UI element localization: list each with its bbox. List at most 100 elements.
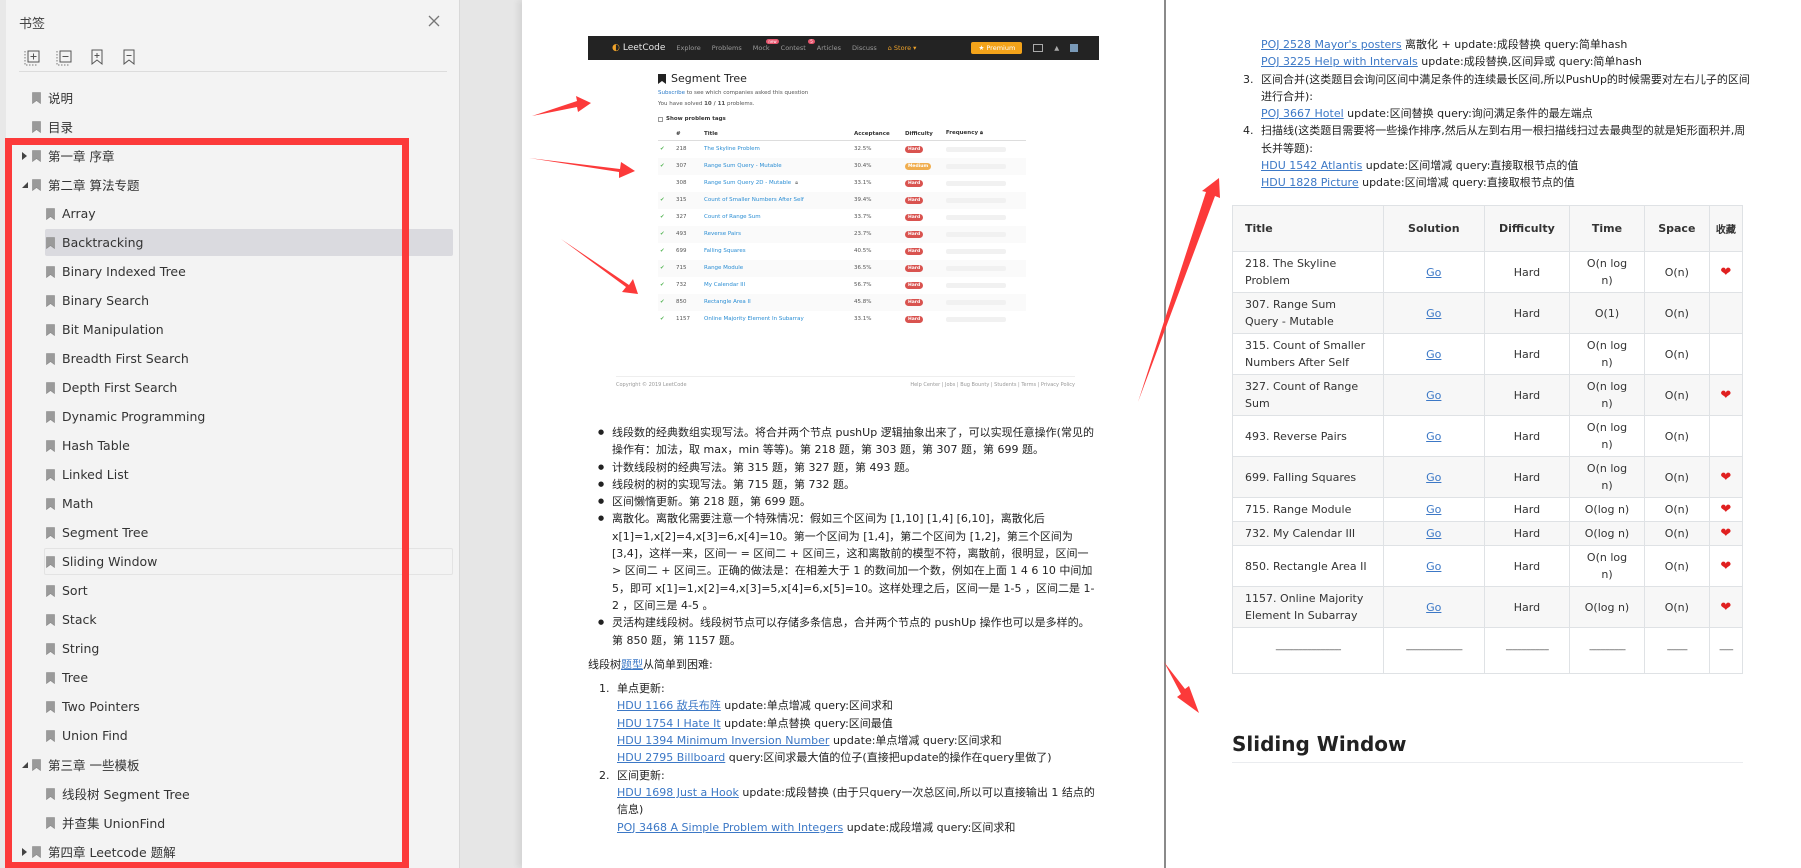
bookmark-item[interactable]: 线段树 Segment Tree <box>0 779 460 808</box>
acceptance: 40.5% <box>854 248 872 254</box>
bookmark-item[interactable]: Stack <box>0 605 460 634</box>
problem-link[interactable]: POJ 2528 Mayor's posters <box>1261 38 1402 51</box>
acceptance: 45.8% <box>852 293 903 311</box>
problem-link[interactable]: HDU 2795 Billboard <box>617 751 725 764</box>
leetcode-problem-row: ✔ 218 The Skyline Problem 32.5% Hard <box>658 141 1026 158</box>
problem-link[interactable]: HDU 1166 敌兵布阵 <box>617 699 721 712</box>
solution-link[interactable]: Go <box>1426 471 1441 484</box>
add-bookmark-icon[interactable] <box>88 48 106 66</box>
bookmark-item[interactable]: Bit Manipulation <box>0 315 460 344</box>
expanded-triangle-icon[interactable] <box>20 180 30 190</box>
solution-link[interactable]: Go <box>1426 503 1441 516</box>
list-number: 2. <box>599 768 610 782</box>
bookmark-icon <box>658 73 666 84</box>
title-cell: 493. Reverse Pairs <box>1232 415 1384 457</box>
bookmark-icon <box>32 149 41 162</box>
bookmark-item[interactable]: 第二章 算法专题 <box>0 170 460 199</box>
bookmark-item[interactable]: Two Pointers <box>0 692 460 721</box>
bookmark-icon <box>46 294 55 307</box>
problem-title: Count of Smaller Numbers After Self <box>702 191 852 209</box>
bell-icon: ▲ <box>1054 44 1060 52</box>
problem-id: 850 <box>674 293 702 311</box>
toolbar-divider <box>19 71 447 72</box>
solved-line: You have solved 10 / 11 problems. <box>658 101 755 107</box>
space-cell: O(n) <box>1643 497 1710 522</box>
check-icon: ✔ <box>660 146 665 153</box>
subscribe-link: Subscribe <box>658 90 686 96</box>
solution-link[interactable]: Go <box>1426 430 1441 443</box>
problem-link[interactable]: HDU 1542 Atlantis <box>1261 159 1362 172</box>
bookmark-item[interactable]: 第一章 序章 <box>0 141 460 170</box>
space-cell: O(n) <box>1643 456 1710 498</box>
solution-link[interactable]: Go <box>1426 307 1441 320</box>
bookmark-item[interactable]: Hash Table <box>0 431 460 460</box>
nav-store: ⌂ Store ▾ <box>887 44 917 52</box>
collapse-all-icon[interactable] <box>56 48 74 66</box>
bookmark-item[interactable]: Breadth First Search <box>0 344 460 373</box>
bookmark-icon <box>32 845 41 858</box>
bookmark-item[interactable]: Depth First Search <box>0 373 460 402</box>
time-cell: O(log n) <box>1569 586 1645 628</box>
bookmark-item[interactable]: Sort <box>0 576 460 605</box>
problem-link[interactable]: POJ 3468 A Simple Problem with Integers <box>617 821 843 834</box>
difficulty-intro: 线段树题型从简单到困难: <box>588 657 713 671</box>
problem-types-link[interactable]: 题型 <box>621 658 643 671</box>
solution-link[interactable]: Go <box>1426 527 1441 540</box>
problem-link[interactable]: POJ 3667 Hotel <box>1261 107 1344 120</box>
separator-row: ----------------------------- -----------… <box>1232 627 1744 674</box>
solution-link[interactable]: Go <box>1426 348 1441 361</box>
bookmark-item[interactable]: Union Find <box>0 721 460 750</box>
bookmark-item[interactable]: Sliding Window <box>0 547 460 576</box>
bookmark-icon <box>46 265 55 278</box>
checkbox-icon <box>658 116 663 122</box>
difficulty-cell: Hard <box>1483 415 1571 457</box>
close-icon[interactable] <box>427 14 441 28</box>
bullet-item: 区间懒惰更新。第 218 题，第 699 题。 <box>598 493 1098 511</box>
problem-link[interactable]: HDU 1394 Minimum Inversion Number <box>617 734 829 747</box>
bookmark-item[interactable]: 第三章 一些模板 <box>0 750 460 779</box>
problem-link[interactable]: HDU 1828 Picture <box>1261 176 1359 189</box>
bookmark-icon <box>32 91 41 104</box>
collapsed-triangle-icon[interactable] <box>20 847 30 857</box>
bookmark-item[interactable]: Dynamic Programming <box>0 402 460 431</box>
bookmark-item[interactable]: 目录 <box>0 112 460 141</box>
expand-all-icon[interactable] <box>24 48 42 66</box>
bookmark-item[interactable]: Segment Tree <box>0 518 460 547</box>
problem-link[interactable]: HDU 1754 I Hate It <box>617 717 721 730</box>
frequency-bar <box>945 180 1006 186</box>
bookmark-item[interactable]: 第四章 Leetcode 题解 <box>0 837 460 866</box>
bookmark-item[interactable]: Array <box>0 199 460 228</box>
collapsed-triangle-icon[interactable] <box>20 151 30 161</box>
table-row: 1157. Online Majority Element In Subarra… <box>1232 586 1744 628</box>
problem-title: Rectangle Area II <box>702 293 852 311</box>
problem-link[interactable]: HDU 1698 Just a Hook <box>617 786 739 799</box>
solution-link[interactable]: Go <box>1426 266 1441 279</box>
table-row: 307. Range Sum Query - Mutable Go Hard O(1)… <box>1232 292 1744 334</box>
frequency-bar <box>945 282 1006 288</box>
solution-link[interactable]: Go <box>1426 389 1441 402</box>
problem-title: Range Sum Query - Mutable <box>702 157 852 175</box>
solution-link[interactable]: Go <box>1426 560 1441 573</box>
bookmark-item[interactable]: Tree <box>0 663 460 692</box>
bookmark-item[interactable]: Binary Indexed Tree <box>0 257 460 286</box>
problem-id: 715 <box>674 259 702 277</box>
bookmark-item[interactable]: Backtracking <box>0 228 460 257</box>
solution-link[interactable]: Go <box>1426 601 1441 614</box>
bookmark-item[interactable]: Linked List <box>0 460 460 489</box>
bookmark-item[interactable]: Math <box>0 489 460 518</box>
title-cell: 307. Range Sum Query - Mutable <box>1232 292 1384 334</box>
nav-badge: 5 <box>808 39 815 44</box>
problem-link[interactable]: POJ 3225 Help with Intervals <box>1261 55 1418 68</box>
expanded-triangle-icon[interactable] <box>20 760 30 770</box>
problem-id: 1157 <box>676 316 690 322</box>
separator-cell: ------------------- <box>1483 627 1571 674</box>
bookmark-item[interactable]: Binary Search <box>0 286 460 315</box>
bookmark-item[interactable]: 并查集 UnionFind <box>0 808 460 837</box>
remove-bookmark-icon[interactable] <box>120 48 138 66</box>
category-heading: 区间合并(这类题目会询问区间中满足条件的连续最长区间,所以PushUp的时候需要… <box>1261 72 1750 103</box>
bookmark-item[interactable]: String <box>0 634 460 663</box>
problem-note: update:区间替换 query:询问满足条件的最左端点 <box>1343 107 1593 121</box>
category-item: 4. 扫描线(这类题目需要将一些操作排序,然后从左到右用一根扫描线扫过去最典型的就… <box>1243 122 1752 191</box>
bookmarks-panel: 书签 说明 目录 第一章 序章 第二章 算法专题 Array Backtracking Bi… <box>0 0 460 868</box>
bookmark-item[interactable]: 说明 <box>0 83 460 112</box>
